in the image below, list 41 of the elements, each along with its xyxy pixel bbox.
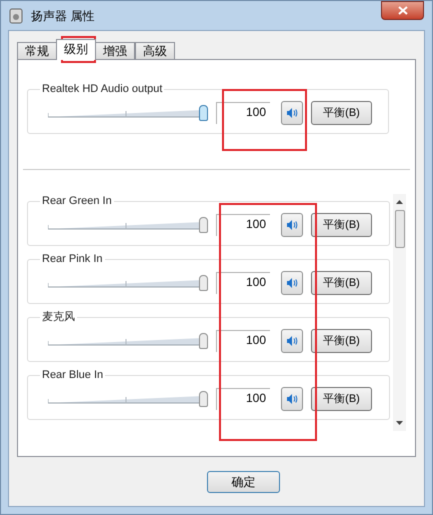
mute-button[interactable] — [281, 213, 303, 237]
balance-button[interactable]: 平衡(B) — [311, 387, 372, 411]
dialog-button[interactable]: 确定 — [207, 471, 280, 493]
annotation-box — [61, 36, 96, 63]
scroll-down-icon — [396, 421, 404, 425]
mute-button[interactable] — [281, 329, 303, 353]
speaker-window-icon — [9, 8, 23, 24]
tab[interactable]: 常规 — [17, 42, 57, 60]
balance-button[interactable]: 平衡(B) — [311, 271, 372, 295]
channel-label: 麦克风 — [40, 310, 77, 324]
scroll-up-icon — [396, 200, 404, 204]
speaker-icon — [286, 393, 298, 405]
channel-label: Realtek HD Audio output — [40, 82, 164, 96]
balance-button[interactable]: 平衡(B) — [311, 101, 372, 125]
speaker-icon — [286, 107, 298, 119]
window-title: 扬声器 属性 — [31, 8, 94, 24]
mute-button[interactable] — [281, 101, 303, 125]
volume-value-field[interactable]: 100 — [216, 388, 270, 410]
balance-button[interactable]: 平衡(B) — [311, 213, 372, 237]
volume-value-field[interactable]: 100 — [216, 102, 270, 124]
mute-button[interactable] — [281, 271, 303, 295]
mute-button[interactable] — [281, 387, 303, 411]
tab[interactable]: 级别 — [56, 39, 96, 60]
slider-thumb[interactable] — [199, 275, 208, 291]
speaker-icon — [286, 335, 298, 347]
volume-value-field[interactable]: 100 — [216, 272, 270, 294]
scrollbar[interactable] — [393, 194, 406, 431]
slider-thumb[interactable] — [199, 333, 208, 349]
scrollbar-thumb[interactable] — [394, 210, 405, 248]
volume-value-field[interactable]: 100 — [216, 214, 270, 236]
balance-button[interactable]: 平衡(B) — [311, 329, 372, 353]
slider-thumb[interactable] — [199, 217, 208, 233]
slider-thumb[interactable] — [199, 105, 208, 121]
slider-thumb[interactable] — [199, 391, 208, 407]
close-button[interactable] — [381, 1, 424, 20]
speaker-icon — [286, 277, 298, 289]
tab[interactable]: 高级 — [135, 42, 175, 60]
speaker-icon — [286, 219, 298, 231]
tab[interactable]: 增强 — [95, 42, 135, 60]
close-icon — [398, 6, 408, 15]
volume-value-field[interactable]: 100 — [216, 330, 270, 352]
